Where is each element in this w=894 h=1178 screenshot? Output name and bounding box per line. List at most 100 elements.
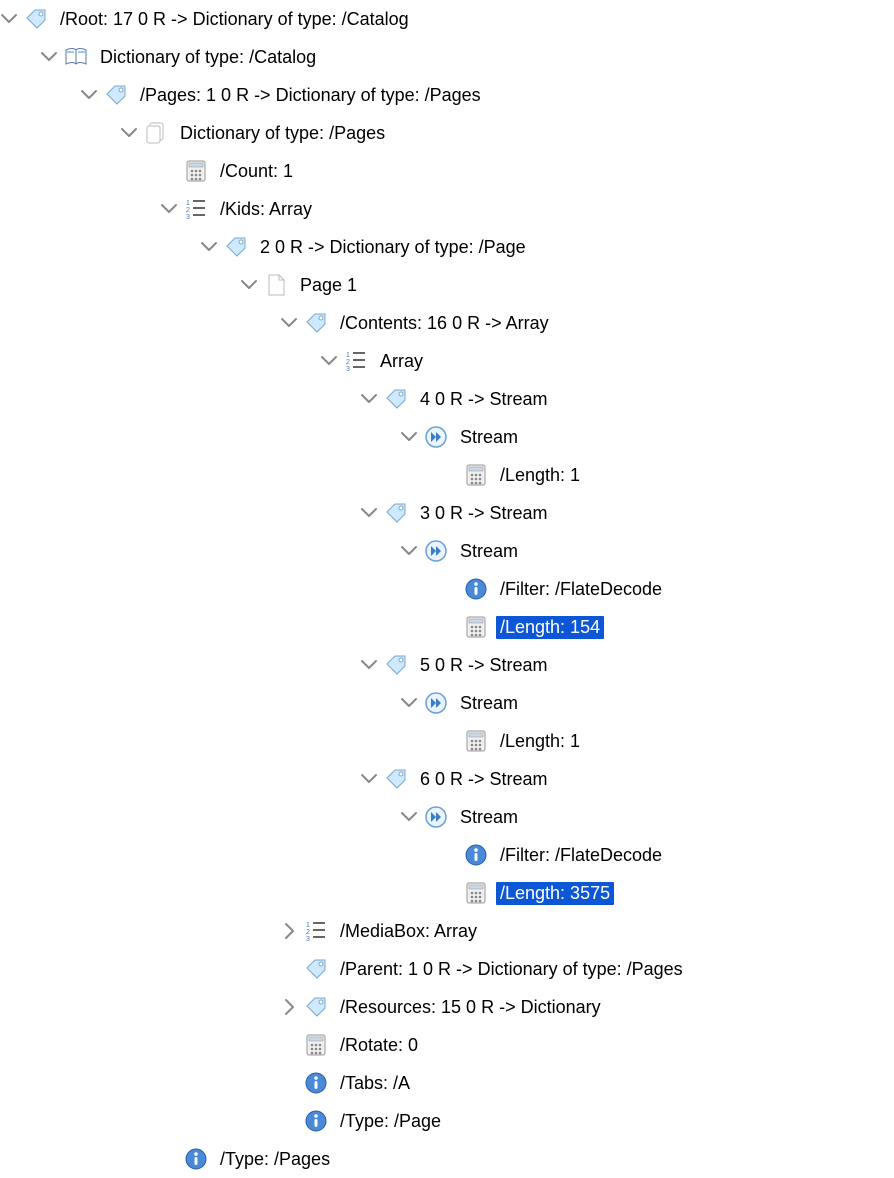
tree-label: Page 1 bbox=[296, 274, 361, 297]
chevron-down-icon[interactable] bbox=[360, 504, 378, 522]
array-icon bbox=[184, 197, 208, 221]
tree-row-stream-6[interactable]: Stream bbox=[400, 798, 894, 836]
tree-row-pages-ref[interactable]: /Pages: 1 0 R -> Dictionary of type: /Pa… bbox=[80, 76, 894, 114]
chevron-down-icon[interactable] bbox=[120, 124, 138, 142]
tree-row-page1[interactable]: Page 1 bbox=[240, 266, 894, 304]
array-icon bbox=[344, 349, 368, 373]
tree-row-count[interactable]: /Count: 1 bbox=[160, 152, 894, 190]
chevron-down-icon[interactable] bbox=[400, 694, 418, 712]
tree-label: 4 0 R -> Stream bbox=[416, 388, 552, 411]
tree-label: /Pages: 1 0 R -> Dictionary of type: /Pa… bbox=[136, 84, 485, 107]
tree-label: /Root: 17 0 R -> Dictionary of type: /Ca… bbox=[56, 8, 413, 31]
tree-row-length-5[interactable]: /Length: 1 bbox=[440, 722, 894, 760]
tree-row-parent[interactable]: /Parent: 1 0 R -> Dictionary of type: /P… bbox=[280, 950, 894, 988]
info-icon bbox=[464, 577, 488, 601]
tree-label: 6 0 R -> Stream bbox=[416, 768, 552, 791]
tree-label: Dictionary of type: /Catalog bbox=[96, 46, 320, 69]
tree-row-contents-array[interactable]: Array bbox=[320, 342, 894, 380]
tree-label: /Filter: /FlateDecode bbox=[496, 844, 666, 867]
tree-row-length-4[interactable]: /Length: 1 bbox=[440, 456, 894, 494]
tree-row-pages-dict[interactable]: Dictionary of type: /Pages bbox=[120, 114, 894, 152]
calculator-icon bbox=[464, 881, 488, 905]
tree-row-page-ref[interactable]: 2 0 R -> Dictionary of type: /Page bbox=[200, 228, 894, 266]
calculator-icon bbox=[464, 463, 488, 487]
tree-row-stream-4[interactable]: Stream bbox=[400, 418, 894, 456]
tag-icon bbox=[304, 311, 328, 335]
tree-label: /Contents: 16 0 R -> Array bbox=[336, 312, 553, 335]
tree-label: 5 0 R -> Stream bbox=[416, 654, 552, 677]
tree-label: 3 0 R -> Stream bbox=[416, 502, 552, 525]
tree-label: Stream bbox=[456, 692, 522, 715]
tag-icon bbox=[224, 235, 248, 259]
chevron-down-icon[interactable] bbox=[400, 428, 418, 446]
tree-row-kids[interactable]: /Kids: Array bbox=[160, 190, 894, 228]
tree-row-pages-type[interactable]: /Type: /Pages bbox=[160, 1140, 894, 1178]
stream-icon bbox=[424, 539, 448, 563]
info-icon bbox=[304, 1071, 328, 1095]
tree-label: /Resources: 15 0 R -> Dictionary bbox=[336, 996, 605, 1019]
tree-label: Dictionary of type: /Pages bbox=[176, 122, 389, 145]
calculator-icon bbox=[184, 159, 208, 183]
tree-label: Array bbox=[376, 350, 427, 373]
chevron-down-icon[interactable] bbox=[360, 390, 378, 408]
tree-row-stream-5[interactable]: Stream bbox=[400, 684, 894, 722]
tree-row-tabs[interactable]: /Tabs: /A bbox=[280, 1064, 894, 1102]
tree-row-stream-ref-5[interactable]: 5 0 R -> Stream bbox=[360, 646, 894, 684]
info-icon bbox=[184, 1147, 208, 1171]
chevron-down-icon[interactable] bbox=[400, 542, 418, 560]
chevron-down-icon[interactable] bbox=[80, 86, 98, 104]
tree-row-stream-ref-3[interactable]: 3 0 R -> Stream bbox=[360, 494, 894, 532]
chevron-down-icon[interactable] bbox=[360, 770, 378, 788]
chevron-down-icon[interactable] bbox=[240, 276, 258, 294]
tree-row-stream-ref-6[interactable]: 6 0 R -> Stream bbox=[360, 760, 894, 798]
tree-row-stream-3[interactable]: Stream bbox=[400, 532, 894, 570]
tree-row-length-3[interactable]: /Length: 154 bbox=[440, 608, 894, 646]
chevron-down-icon[interactable] bbox=[200, 238, 218, 256]
calculator-icon bbox=[304, 1033, 328, 1057]
array-icon bbox=[304, 919, 328, 943]
tree-row-root[interactable]: /Root: 17 0 R -> Dictionary of type: /Ca… bbox=[0, 0, 894, 38]
tree-row-contents[interactable]: /Contents: 16 0 R -> Array bbox=[280, 304, 894, 342]
tree-label: /Filter: /FlateDecode bbox=[496, 578, 666, 601]
tree-row-filter-3[interactable]: /Filter: /FlateDecode bbox=[440, 570, 894, 608]
chevron-down-icon[interactable] bbox=[0, 10, 18, 28]
chevron-right-icon[interactable] bbox=[280, 998, 298, 1016]
calculator-icon bbox=[464, 729, 488, 753]
stream-icon bbox=[424, 691, 448, 715]
tree-row-rotate[interactable]: /Rotate: 0 bbox=[280, 1026, 894, 1064]
tag-icon bbox=[24, 7, 48, 31]
tree-label: /Count: 1 bbox=[216, 160, 297, 183]
pages-icon bbox=[144, 121, 168, 145]
tree-row-filter-6[interactable]: /Filter: /FlateDecode bbox=[440, 836, 894, 874]
info-icon bbox=[464, 843, 488, 867]
tree-row-resources[interactable]: /Resources: 15 0 R -> Dictionary bbox=[280, 988, 894, 1026]
chevron-down-icon[interactable] bbox=[40, 48, 58, 66]
chevron-right-icon[interactable] bbox=[280, 922, 298, 940]
chevron-down-icon[interactable] bbox=[400, 808, 418, 826]
tree-label-selected: /Length: 3575 bbox=[496, 882, 614, 905]
tree-row-stream-ref-4[interactable]: 4 0 R -> Stream bbox=[360, 380, 894, 418]
tree-label: Stream bbox=[456, 426, 522, 449]
stream-icon bbox=[424, 805, 448, 829]
tree-row-length-6[interactable]: /Length: 3575 bbox=[440, 874, 894, 912]
tree-row-catalog-dict[interactable]: Dictionary of type: /Catalog bbox=[40, 38, 894, 76]
chevron-down-icon[interactable] bbox=[360, 656, 378, 674]
chevron-down-icon[interactable] bbox=[280, 314, 298, 332]
tree-label: /Length: 1 bbox=[496, 464, 584, 487]
info-icon bbox=[304, 1109, 328, 1133]
calculator-icon bbox=[464, 615, 488, 639]
tree-row-mediabox[interactable]: /MediaBox: Array bbox=[280, 912, 894, 950]
tree-label: /Rotate: 0 bbox=[336, 1034, 422, 1057]
book-icon bbox=[64, 45, 88, 69]
chevron-down-icon[interactable] bbox=[160, 200, 178, 218]
tree-label: /MediaBox: Array bbox=[336, 920, 481, 943]
tree-label: /Tabs: /A bbox=[336, 1072, 414, 1095]
tag-icon bbox=[384, 501, 408, 525]
tree-row-page-type[interactable]: /Type: /Page bbox=[280, 1102, 894, 1140]
tree-label: /Length: 1 bbox=[496, 730, 584, 753]
tree-label: /Parent: 1 0 R -> Dictionary of type: /P… bbox=[336, 958, 687, 981]
tree-label: /Type: /Pages bbox=[216, 1148, 334, 1171]
chevron-down-icon[interactable] bbox=[320, 352, 338, 370]
tree-label-selected: /Length: 154 bbox=[496, 616, 604, 639]
tag-icon bbox=[384, 653, 408, 677]
